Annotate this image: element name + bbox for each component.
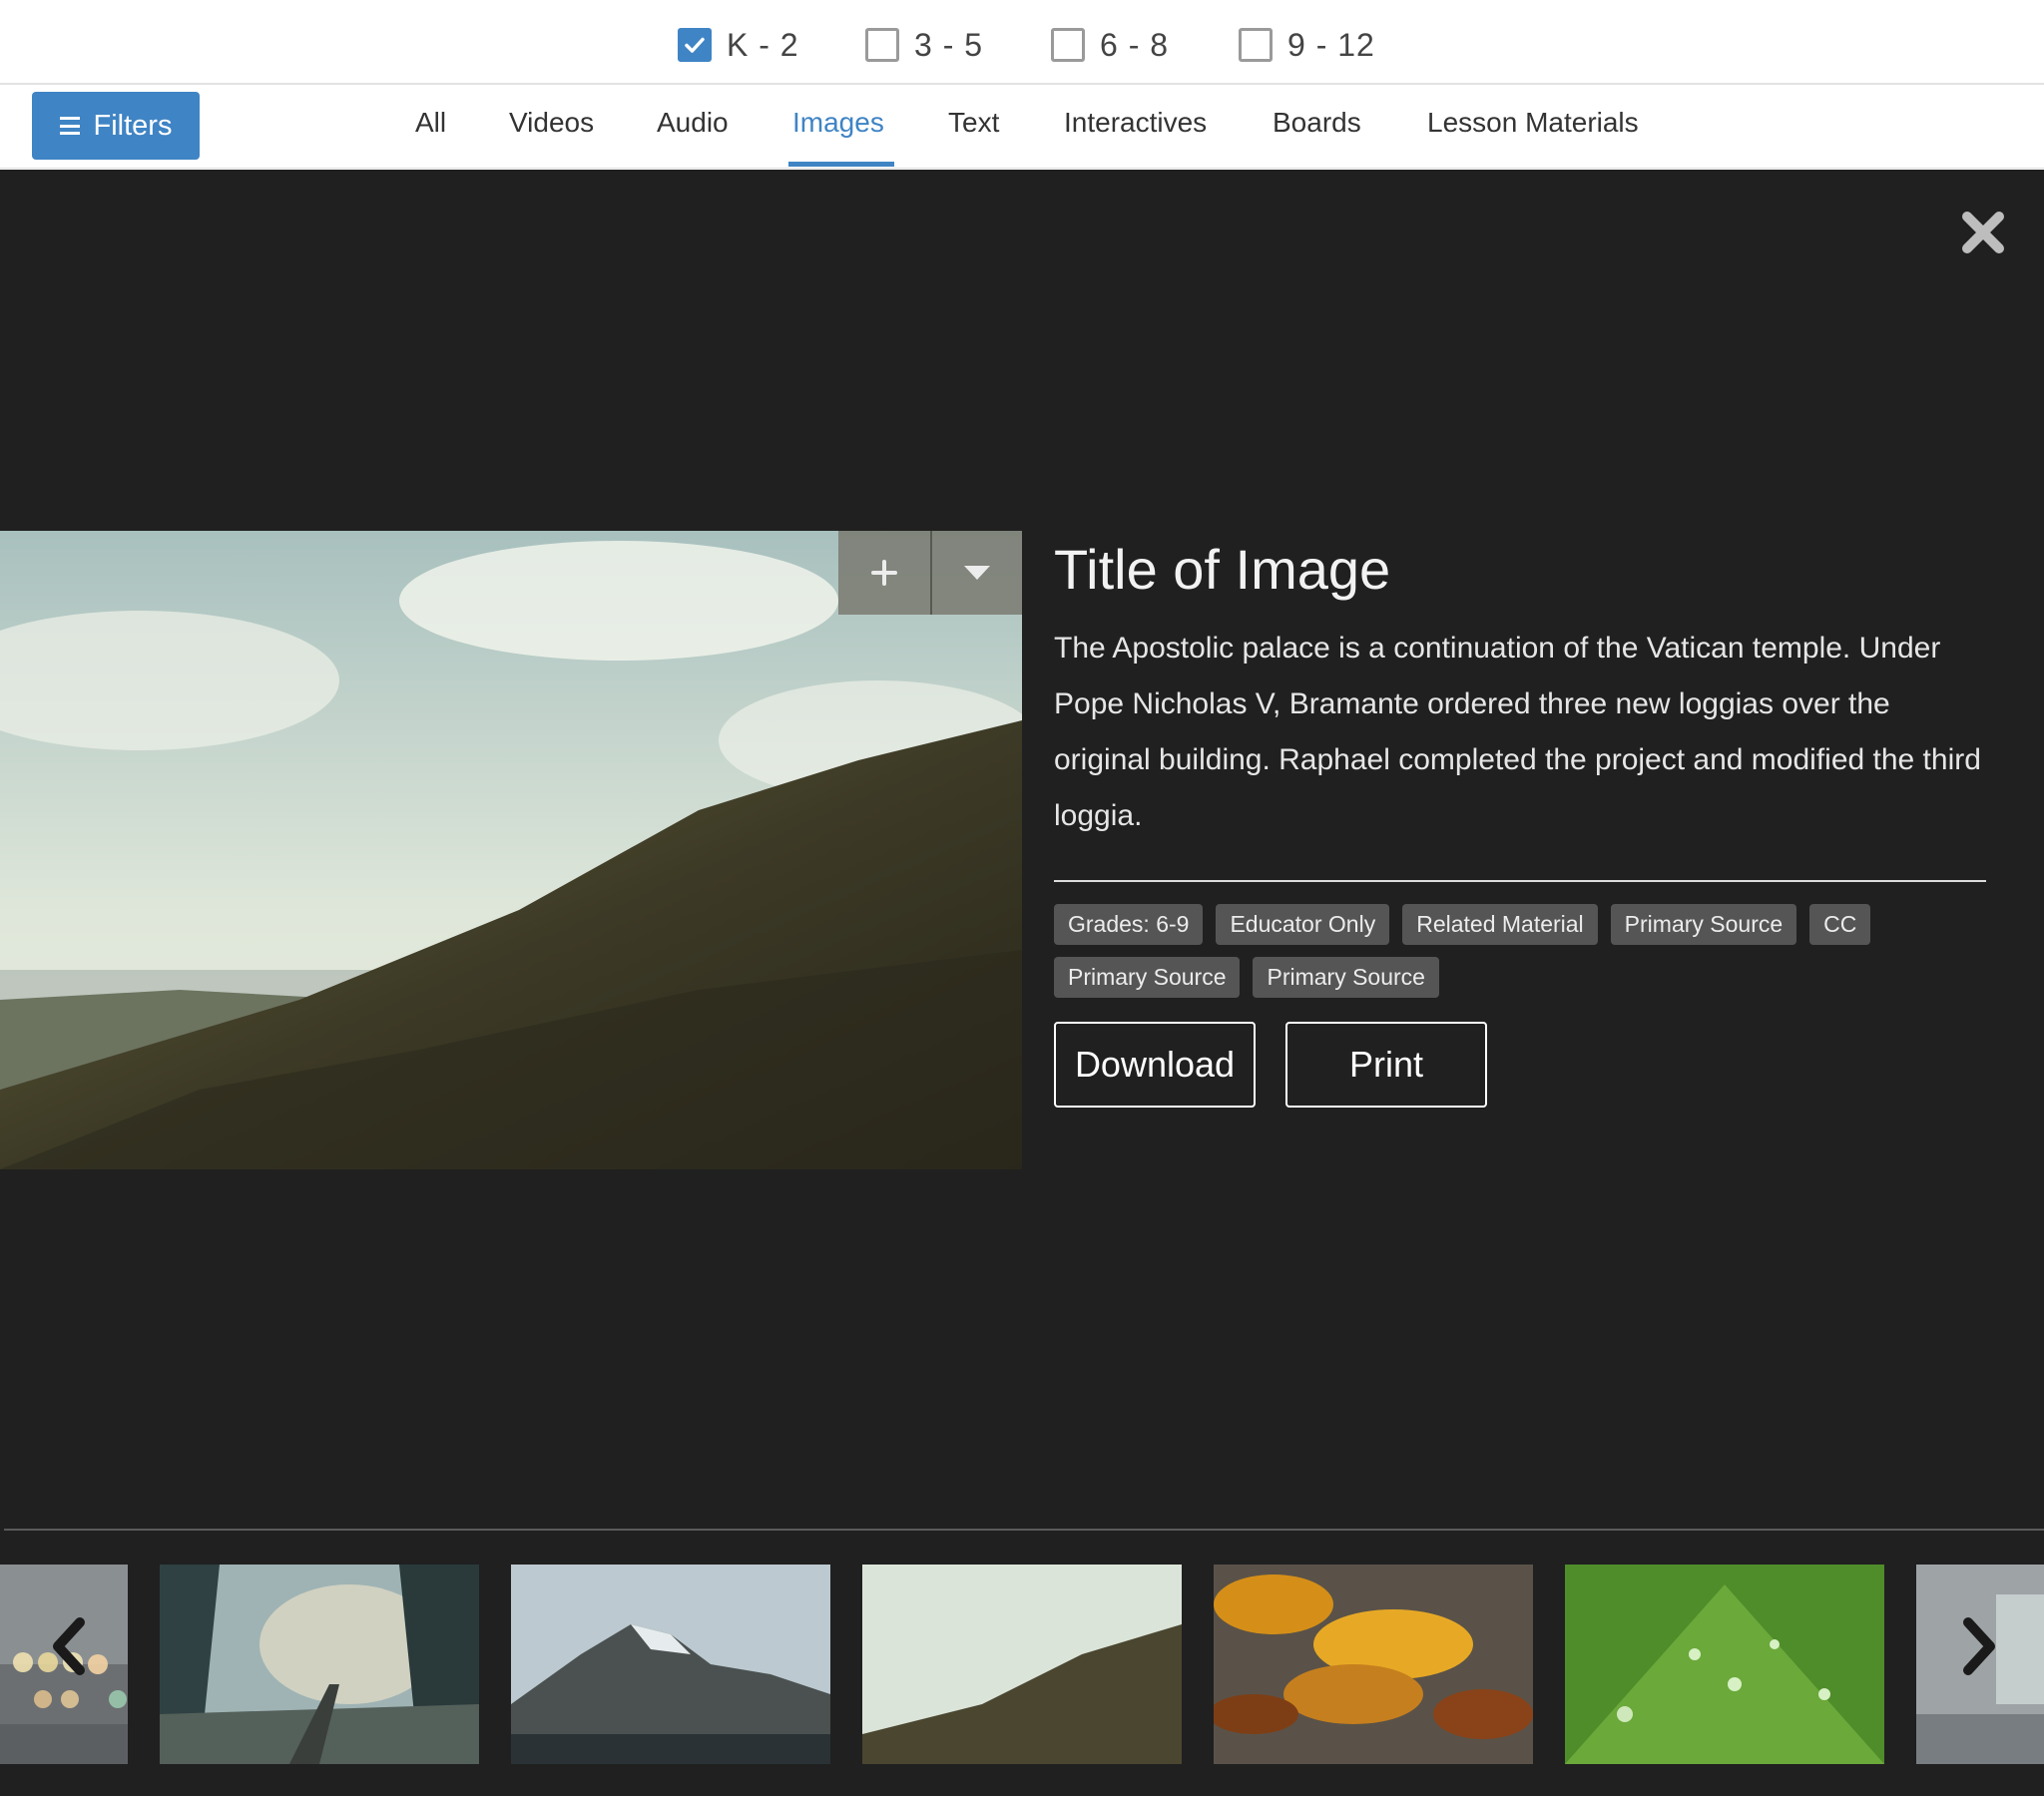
grade-k-2-checkbox[interactable]: K - 2 [678,25,799,65]
close-icon[interactable] [1960,210,2006,255]
grade-filter-bar: K - 2 3 - 5 6 - 8 9 - 12 [0,0,2044,85]
tab-images[interactable]: Images [792,107,884,139]
checkbox-unchecked-icon[interactable] [1051,28,1085,62]
tab-interactives[interactable]: Interactives [1064,107,1207,139]
active-tab-indicator [788,162,894,167]
tag-educator-only[interactable]: Educator Only [1216,903,1390,945]
print-button[interactable]: Print [1285,1021,1487,1108]
download-button[interactable]: Download [1054,1021,1256,1108]
chevron-right-icon[interactable] [1950,1606,2010,1686]
tab-videos[interactable]: Videos [509,107,594,139]
thumbnail-mountain-lake[interactable] [511,1565,830,1764]
grade-label: 6 - 8 [1100,26,1170,63]
image-viewer: Title of Image The Apostolic palace is a… [0,170,2044,1796]
tag-primary-source[interactable]: Primary Source [1253,956,1439,998]
chevron-left-icon[interactable] [38,1606,98,1686]
tag-grades[interactable]: Grades: 6-9 [1054,903,1204,945]
image-description: The Apostolic palace is a continuation o… [1054,631,1981,832]
grade-label: 3 - 5 [914,26,984,63]
filters-button[interactable]: Filters [32,92,200,160]
thumbnail-strip-divider [4,1529,2044,1531]
plus-icon[interactable] [838,531,930,615]
media-type-tab-bar: Filters All Videos Audio Images Text Int… [0,87,2044,169]
thumbnail-green-leaf[interactable] [1565,1565,1884,1764]
hamburger-menu-icon [59,117,80,135]
tab-lesson-materials[interactable]: Lesson Materials [1427,107,1639,139]
image-action-group [838,531,1022,615]
filters-button-label: Filters [93,109,173,142]
caret-down-icon[interactable] [930,531,1022,615]
tag-primary-source[interactable]: Primary Source [1610,903,1797,945]
grade-label: K - 2 [727,26,799,63]
tag-primary-source[interactable]: Primary Source [1054,956,1241,998]
action-buttons: Download Print [1054,1021,1992,1108]
grade-6-8-checkbox[interactable]: 6 - 8 [1051,25,1169,65]
image-title: Title of Image [1054,538,1391,601]
image-info-panel: Title of Image The Apostolic palace is a… [1054,531,1992,1108]
checkbox-checked-icon[interactable] [678,28,712,62]
thumbnail-hillside[interactable] [862,1565,1182,1764]
grade-label: 9 - 12 [1287,26,1375,63]
divider [1054,879,1986,882]
tag-cc[interactable]: CC [1809,903,1871,945]
grade-9-12-checkbox[interactable]: 9 - 12 [1239,25,1375,65]
tab-boards[interactable]: Boards [1273,107,1361,139]
tab-text[interactable]: Text [948,107,999,139]
main-image-hillside [0,531,1022,1169]
tab-audio[interactable]: Audio [657,107,729,139]
grade-3-5-checkbox[interactable]: 3 - 5 [865,25,983,65]
tab-all[interactable]: All [415,107,446,139]
checkbox-unchecked-icon[interactable] [865,28,899,62]
checkbox-unchecked-icon[interactable] [1239,28,1273,62]
thumbnail-autumn-leaves[interactable] [1214,1565,1533,1764]
thumbnail-foggy-forest[interactable] [160,1565,479,1764]
tag-list: Grades: 6-9 Educator Only Related Materi… [1054,903,1986,998]
tag-related-material[interactable]: Related Material [1402,903,1598,945]
